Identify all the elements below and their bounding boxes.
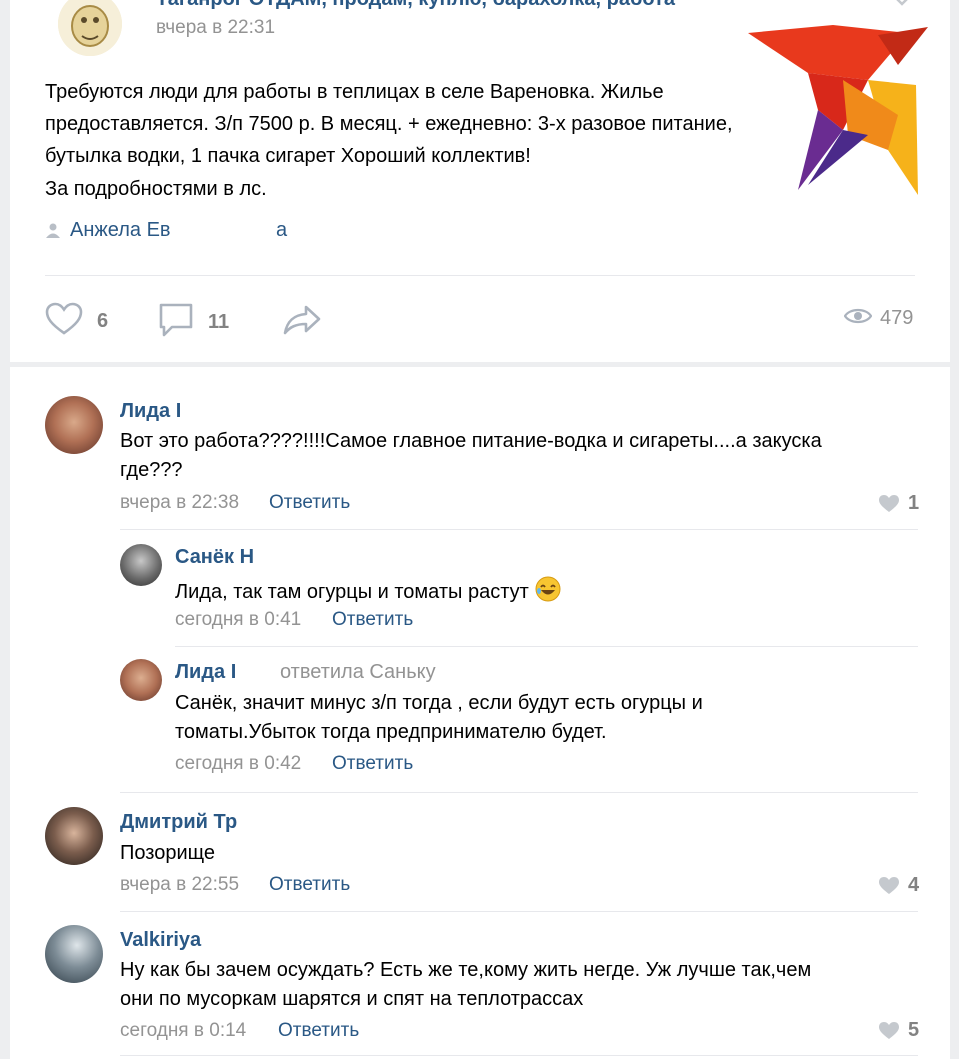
comment-text-line: Позорище: [120, 842, 215, 864]
group-avatar-icon[interactable]: [58, 0, 122, 56]
post-text-line-4: За подробностями в лс.: [45, 178, 267, 200]
comment-divider: [120, 792, 918, 793]
comment-button[interactable]: 11: [158, 302, 229, 343]
comment-time[interactable]: сегодня в 0:41: [175, 609, 301, 631]
signer-name-tail: а: [276, 219, 288, 241]
comments-card: Лида І Вот это работа????!!!!Самое главн…: [10, 367, 950, 1059]
comment-like-button[interactable]: 4: [878, 874, 919, 897]
swallow-logo-icon: [748, 25, 928, 205]
comment-icon: [158, 302, 194, 343]
heart-icon: [878, 494, 900, 513]
comment-text-line: Лида, так там огурцы и томаты растут: [175, 576, 561, 608]
comment-divider: [175, 646, 918, 647]
reply-button[interactable]: Ответить: [332, 753, 413, 775]
comment-text-line: они по мусоркам шарятся и спят на теплот…: [120, 988, 584, 1010]
post-text-line-3: бутылка водки, 1 пачка сигарет Хороший к…: [45, 145, 531, 167]
heart-icon: [45, 302, 83, 341]
comment-like-count: 4: [908, 874, 920, 896]
user-icon: [46, 223, 60, 243]
comment-text-line: Ну как бы зачем осуждать? Есть же те,ком…: [120, 959, 812, 981]
reply-button[interactable]: Ответить: [278, 1020, 359, 1042]
group-name[interactable]: Таганрог ОТДАМ, продам, куплю, барахолка…: [156, 0, 675, 11]
comment-divider: [120, 529, 918, 530]
share-icon: [282, 305, 322, 340]
reply-button[interactable]: Ответить: [332, 609, 413, 631]
comment-like-count: 5: [908, 1019, 920, 1041]
comment-count: 11: [208, 311, 230, 333]
comment-text-line: томаты.Убыток тогда предпринимателю буде…: [175, 721, 607, 743]
comment-author[interactable]: Лида І: [175, 661, 236, 684]
comment-time[interactable]: вчера в 22:55: [120, 874, 239, 896]
share-button[interactable]: [282, 304, 322, 341]
views-counter: 479: [843, 307, 914, 330]
like-button[interactable]: 6: [45, 302, 108, 341]
comment-divider: [120, 911, 918, 912]
comment-time[interactable]: сегодня в 0:42: [175, 753, 301, 775]
comment-like-button[interactable]: 1: [878, 492, 919, 515]
comment-text-line: Вот это работа????!!!!Самое главное пита…: [120, 430, 822, 452]
comment-text: Лида, так там огурцы и томаты растут: [175, 580, 529, 603]
post-text-line-1: Требуются люди для работы в теплицах в с…: [45, 81, 664, 103]
comment-text-line: Санёк, значит минус з/п тогда , если буд…: [175, 692, 703, 714]
comment-text-line: где???: [120, 459, 183, 481]
avatar[interactable]: [45, 925, 103, 983]
post-card: Таганрог ОТДАМ, продам, куплю, барахолка…: [10, 0, 950, 362]
views-count: 479: [880, 307, 914, 329]
chevron-down-icon[interactable]: [892, 0, 912, 12]
comment-author[interactable]: Дмитрий Тр: [120, 811, 237, 834]
eye-icon: [843, 307, 873, 330]
comment-divider: [120, 1055, 918, 1056]
comment-like-count: 1: [908, 492, 920, 514]
comment-time[interactable]: вчера в 22:38: [120, 492, 239, 514]
comment-time[interactable]: сегодня в 0:14: [120, 1020, 246, 1042]
avatar[interactable]: [45, 807, 103, 865]
avatar[interactable]: [45, 396, 103, 454]
reply-button[interactable]: Ответить: [269, 492, 350, 514]
post-divider: [45, 275, 915, 276]
heart-icon: [878, 1021, 900, 1040]
replied-to[interactable]: ответила Саньку: [280, 661, 436, 684]
comment-author[interactable]: Лида І: [120, 400, 181, 423]
heart-icon: [878, 876, 900, 895]
avatar[interactable]: [120, 544, 162, 586]
reply-button[interactable]: Ответить: [269, 874, 350, 896]
comment-like-button[interactable]: 5: [878, 1019, 919, 1042]
laughing-emoji-icon: [535, 576, 561, 608]
signer-name[interactable]: Анжела Ев: [70, 219, 171, 242]
post-text-line-2: предоставляется. З/п 7500 р. В месяц. + …: [45, 113, 733, 135]
avatar[interactable]: [120, 659, 162, 701]
post-time[interactable]: вчера в 22:31: [156, 17, 275, 39]
comment-author[interactable]: Санёк Н: [175, 546, 254, 569]
comment-author[interactable]: Valkiriya: [120, 929, 201, 952]
like-count: 6: [97, 310, 109, 332]
